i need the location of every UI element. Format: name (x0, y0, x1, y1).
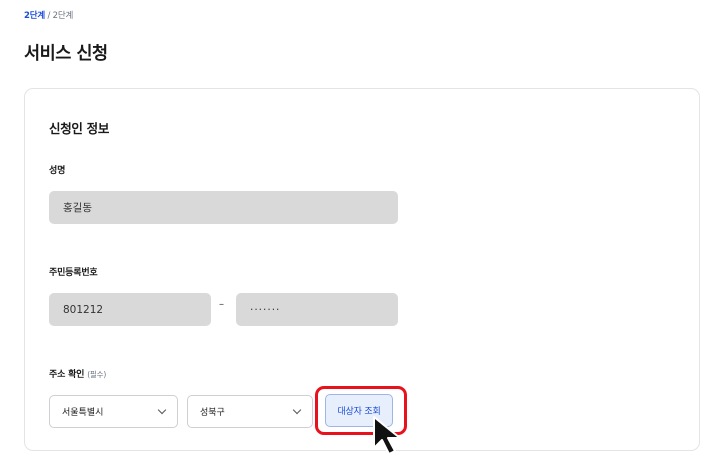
address-label: 주소 확인 (필수) (49, 367, 106, 380)
rrn-front-value: 801212 (63, 303, 104, 316)
breadcrumb: 2단계 / 2단계 (24, 9, 73, 21)
chevron-down-icon (157, 405, 167, 415)
rrn-separator: – (219, 299, 224, 310)
address-label-text: 주소 확인 (49, 370, 85, 380)
city-select[interactable]: 서울특별시 (49, 395, 178, 428)
district-select[interactable]: 성북구 (187, 395, 313, 428)
page-title: 서비스 신청 (24, 44, 108, 64)
rrn-back-field[interactable]: ······· (236, 293, 398, 326)
rrn-back-value: ······· (250, 303, 281, 316)
name-value: 홍길동 (63, 202, 92, 214)
district-select-value: 성북구 (200, 408, 225, 418)
rrn-front-field[interactable]: 801212 (49, 293, 211, 326)
rrn-label: 주민등록번호 (49, 268, 98, 278)
breadcrumb-total: 2단계 (52, 11, 74, 21)
breadcrumb-separator: / (47, 11, 51, 21)
chevron-down-icon (292, 405, 302, 415)
breadcrumb-current: 2단계 (24, 11, 45, 21)
city-select-value: 서울특별시 (62, 408, 104, 418)
mouse-pointer-icon (373, 416, 401, 455)
applicant-card: 신청인 정보 성명 홍길동 주민등록번호 801212 – ······· 주소… (24, 88, 700, 451)
name-field[interactable]: 홍길동 (49, 191, 398, 224)
name-label: 성명 (49, 166, 66, 176)
required-note: (필수) (87, 370, 107, 379)
section-title: 신청인 정보 (49, 121, 110, 136)
